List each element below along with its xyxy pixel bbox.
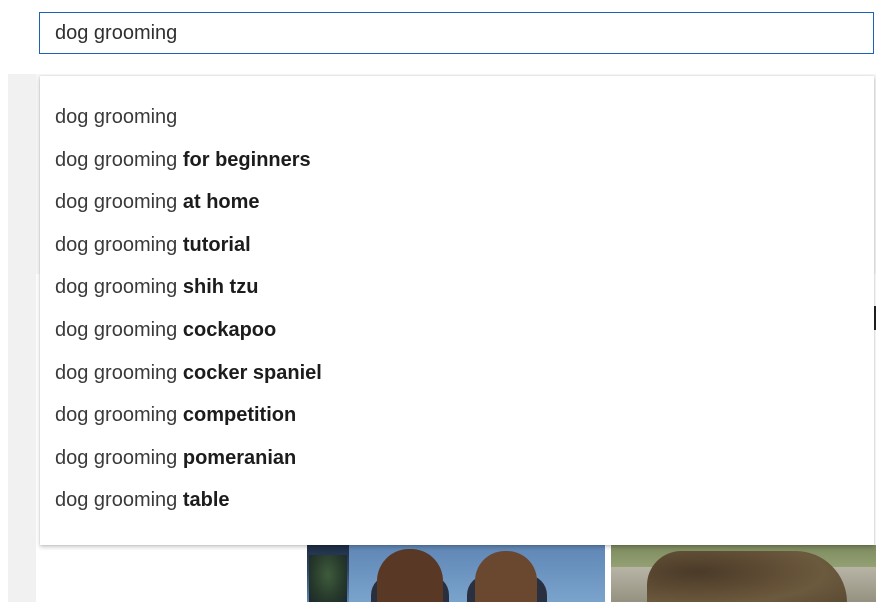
suggestion-prefix: dog grooming	[55, 233, 183, 256]
suggestion-item[interactable]: dog grooming cocker spaniel	[40, 352, 874, 395]
suggestion-completion: shih tzu	[182, 276, 259, 299]
suggestion-prefix: dog grooming	[55, 489, 183, 512]
thumbnail-figure-head	[475, 551, 537, 602]
suggestion-item[interactable]: dog grooming shih tzu	[40, 266, 874, 309]
suggestion-prefix: dog grooming	[55, 318, 183, 341]
suggestion-completion: competition	[182, 404, 297, 427]
suggestion-prefix: dog grooming	[55, 148, 183, 171]
suggestion-completion: cockapoo	[182, 318, 277, 341]
suggestion-item[interactable]: dog grooming for beginners	[40, 139, 874, 182]
suggestion-prefix: dog grooming	[55, 191, 183, 214]
suggestion-completion: pomeranian	[182, 446, 297, 469]
suggestion-item[interactable]: dog grooming competition	[40, 394, 874, 437]
thumbnail-tree	[309, 555, 347, 602]
thumbnail-animal	[647, 551, 847, 602]
suggestion-item[interactable]: dog grooming tutorial	[40, 224, 874, 267]
search-box[interactable]	[39, 12, 874, 54]
suggestion-prefix: dog grooming	[55, 361, 183, 384]
suggestion-prefix: dog grooming	[55, 404, 183, 427]
search-suggestions-dropdown: dog grooming dog grooming for beginners …	[40, 76, 874, 545]
suggestion-completion: cocker spaniel	[182, 361, 322, 384]
suggestion-item[interactable]: dog grooming table	[40, 479, 874, 522]
suggestion-item[interactable]: dog grooming cockapoo	[40, 309, 874, 352]
suggestion-prefix: dog grooming	[55, 446, 183, 469]
suggestion-prefix: dog grooming	[55, 276, 183, 299]
search-input[interactable]	[40, 13, 873, 53]
video-thumbnail-anime[interactable]	[307, 545, 605, 602]
suggestion-completion: tutorial	[182, 233, 251, 256]
suggestion-completion: for beginners	[182, 148, 311, 171]
suggestion-item[interactable]: dog grooming	[40, 96, 874, 139]
suggestion-item[interactable]: dog grooming pomeranian	[40, 437, 874, 480]
video-thumbnail-lion[interactable]	[611, 545, 876, 602]
background-side-panel	[8, 74, 36, 602]
suggestion-item[interactable]: dog grooming at home	[40, 181, 874, 224]
suggestion-completion: at home	[182, 191, 260, 214]
thumbnail-figure-head	[377, 549, 443, 602]
suggestion-completion: table	[182, 489, 230, 512]
suggestion-prefix: dog grooming	[55, 106, 178, 128]
page: dog grooming dog grooming for beginners …	[0, 0, 876, 602]
